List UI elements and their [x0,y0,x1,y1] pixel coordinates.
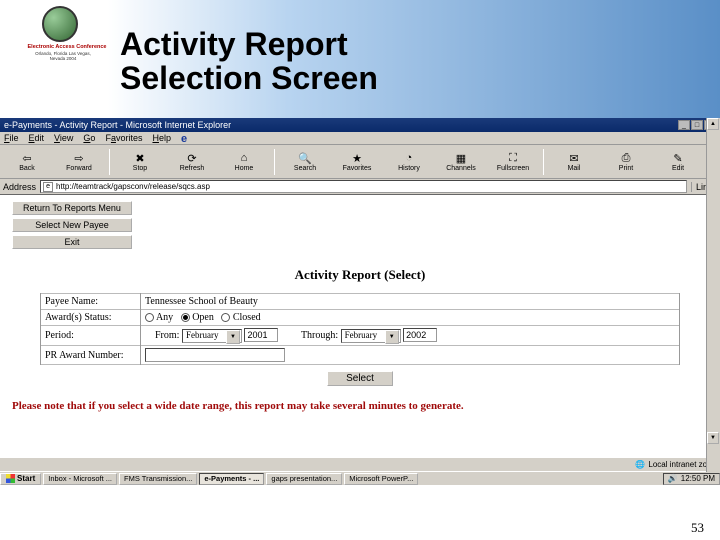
toolbar-print-button[interactable]: ⎙Print [602,147,650,177]
task-button[interactable]: e-Payments - ... [199,473,264,485]
toolbar-mail-button[interactable]: ✉Mail [550,147,598,177]
toolbar-fullscreen-button[interactable]: ⛶Fullscreen [489,147,537,177]
fullscreen-icon: ⛶ [506,152,521,165]
nav-button[interactable]: Return To Reports Menu [12,201,132,215]
page-icon: e [43,182,53,192]
menu-file[interactable]: File [4,133,19,143]
nav-button[interactable]: Select New Payee [12,218,132,232]
mail-icon: ✉ [567,152,582,165]
menu-view[interactable]: View [54,133,73,143]
toolbar-search-button[interactable]: 🔍Search [281,147,329,177]
toolbar-home-button[interactable]: ⌂Home [220,147,268,177]
stop-icon: ✖ [133,152,148,165]
conference-logo: Electronic Access Conference Orlando, Fl… [18,6,108,61]
clock: 12:50 PM [681,474,715,483]
menu-help[interactable]: Help [152,133,171,143]
toolbar-channels-button[interactable]: ▦Channels [437,147,485,177]
form-title: Activity Report (Select) [12,267,708,283]
taskbar: Start Inbox - Microsoft ...FMS Transmiss… [0,471,720,485]
through-year-input[interactable] [403,328,437,342]
task-button[interactable]: FMS Transmission... [119,473,197,485]
print-icon: ⎙ [619,152,634,165]
edit-icon: ✎ [671,152,686,165]
refresh-icon: ⟳ [185,152,200,165]
favorites-icon: ★ [350,152,365,165]
status-label: Award(s) Status: [41,310,141,326]
toolbar-stop-button[interactable]: ✖Stop [116,147,164,177]
slide-title: Activity Report Selection Screen [120,28,378,95]
toolbar-back-button[interactable]: ⇦Back [3,147,51,177]
toolbar-history-button[interactable]: ◔History [385,147,433,177]
window-title: e-Payments - Activity Report - Microsoft… [4,120,231,130]
period-label: Period: [41,326,141,346]
menu-favorites[interactable]: Favorites [105,133,142,143]
forward-icon: ⇨ [72,152,87,165]
minimize-button[interactable]: _ [678,120,690,130]
address-label: Address [3,182,36,192]
status-radio-open[interactable] [181,313,190,322]
task-button[interactable]: Inbox - Microsoft ... [43,473,117,485]
praward-input[interactable] [145,348,285,362]
home-icon: ⌂ [237,152,252,165]
toolbar: ⇦Back⇨Forward ✖Stop⟳Refresh⌂Home 🔍Search★F… [0,145,720,179]
system-tray: 🔊12:50 PM [663,473,720,485]
address-bar: Address e http://teamtrack/gapsconv/rele… [0,179,720,195]
menu-go[interactable]: Go [83,133,95,143]
windows-flag-icon [6,474,15,483]
status-bar: 🌐Local intranet zone [0,457,720,471]
select-button[interactable]: Select [327,371,393,386]
menu-bar: File Edit View Go Favorites Help e [0,132,720,145]
nav-button[interactable]: Exit [12,235,132,249]
status-left [4,460,6,469]
through-month-select[interactable]: February [341,329,401,343]
ie-logo-icon: e [181,133,195,144]
form-table: Payee Name: Tennessee School of Beauty A… [40,293,680,365]
history-icon: ◔ [402,152,417,165]
praward-label: PR Award Number: [41,346,141,365]
address-input[interactable]: e http://teamtrack/gapsconv/release/sqcs… [40,180,687,193]
toolbar-forward-button[interactable]: ⇨Forward [55,147,103,177]
search-icon: 🔍 [298,152,313,165]
channels-icon: ▦ [454,152,469,165]
task-button[interactable]: gaps presentation... [266,473,342,485]
scrollbar[interactable]: ▲ ▼ [706,118,720,472]
tray-icon: 🔊 [668,474,678,483]
start-button[interactable]: Start [0,473,41,485]
scroll-up-icon[interactable]: ▲ [707,118,719,130]
task-button[interactable]: Microsoft PowerP... [344,473,418,485]
warning-text: Please note that if you select a wide da… [12,400,708,412]
status-radio-closed[interactable] [221,313,230,322]
page-content: Return To Reports Menu Select New Payee Ex… [0,195,720,485]
menu-edit[interactable]: Edit [29,133,45,143]
from-year-input[interactable] [244,328,278,342]
payee-label: Payee Name: [41,294,141,310]
title-bar: e-Payments - Activity Report - Microsoft… [0,118,720,132]
toolbar-refresh-button[interactable]: ⟳Refresh [168,147,216,177]
scroll-down-icon[interactable]: ▼ [707,432,719,444]
toolbar-edit-button[interactable]: ✎Edit [654,147,702,177]
browser-window: e-Payments - Activity Report - Microsoft… [0,118,720,485]
page-number: 53 [691,520,704,536]
back-icon: ⇦ [20,152,35,165]
from-month-select[interactable]: February [182,329,242,343]
toolbar-favorites-button[interactable]: ★Favorites [333,147,381,177]
status-radio-any[interactable] [145,313,154,322]
globe-icon: 🌐 [635,460,645,469]
maximize-button[interactable]: □ [691,120,703,130]
payee-value: Tennessee School of Beauty [141,294,680,310]
